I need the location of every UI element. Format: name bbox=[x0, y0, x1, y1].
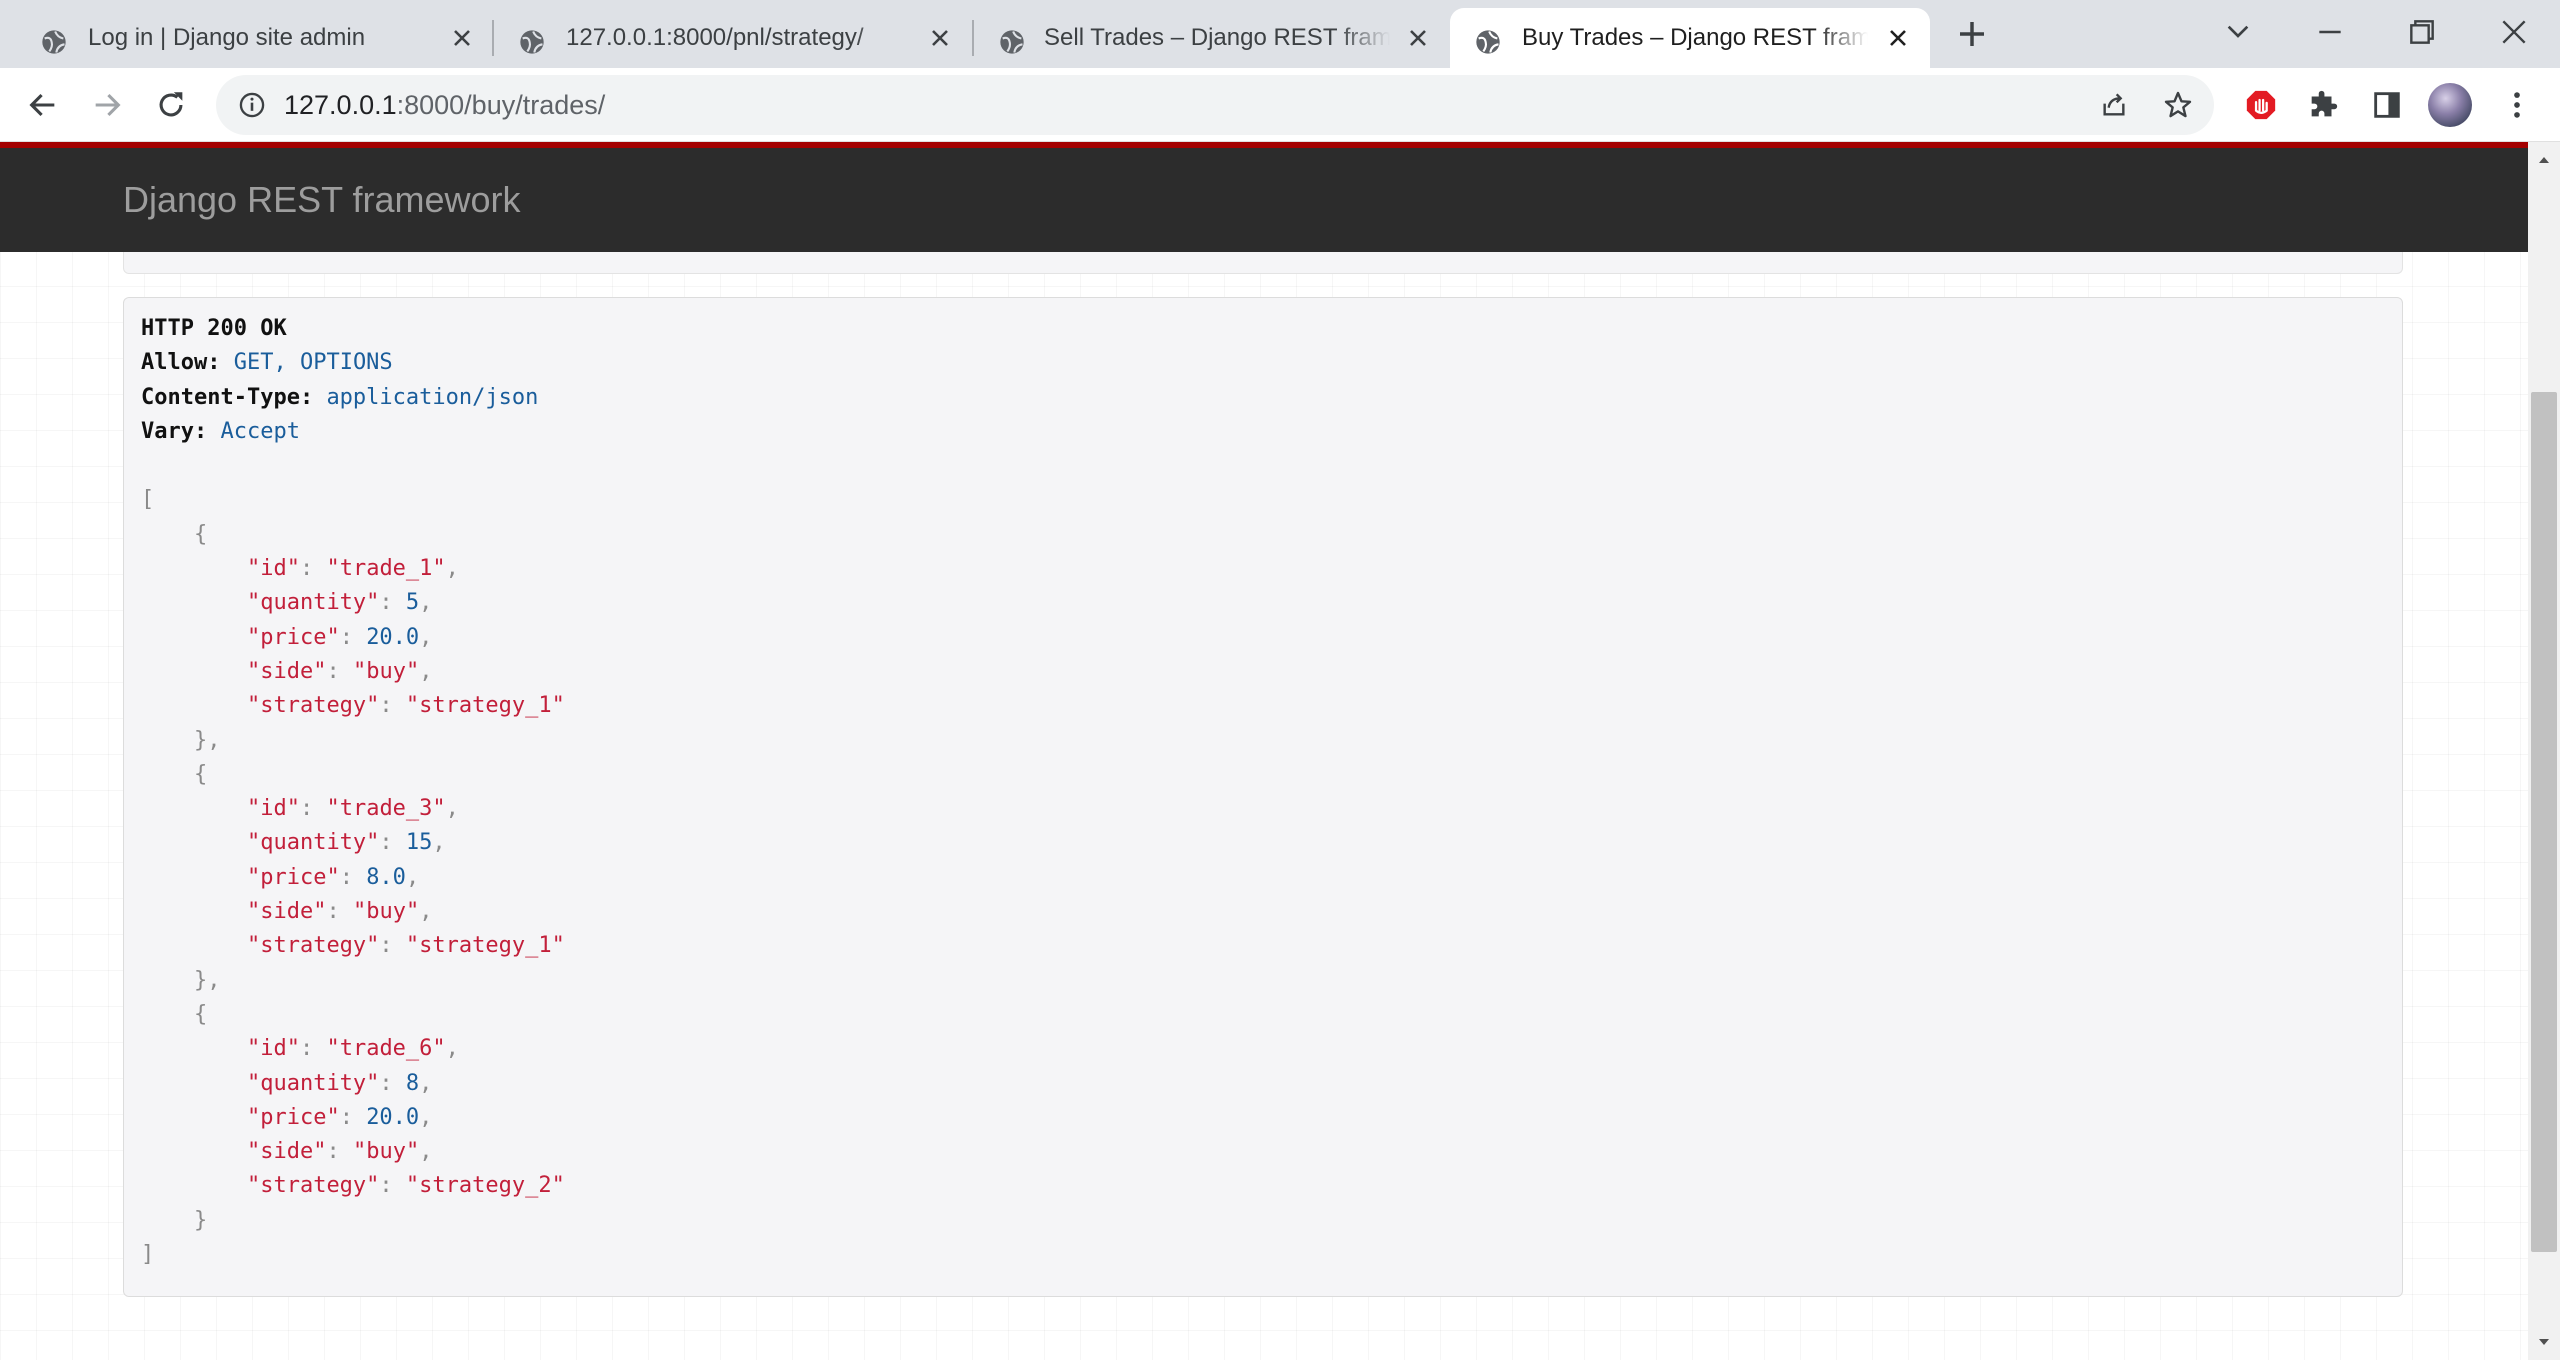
back-arrow-icon[interactable] bbox=[26, 88, 60, 122]
scroll-up-arrow-icon[interactable] bbox=[2536, 152, 2552, 168]
scroll-down-arrow-icon[interactable] bbox=[2536, 1334, 2552, 1350]
header-value: application/json bbox=[326, 384, 539, 410]
close-icon[interactable] bbox=[1406, 26, 1430, 50]
page-viewport: Django REST framework HTTP 200 OK Allow:… bbox=[0, 142, 2528, 1360]
trade-price: 20.0 bbox=[366, 1104, 420, 1130]
tab-pnl-strategy[interactable]: 127.0.0.1:8000/pnl/strategy/ bbox=[476, 8, 966, 68]
info-icon[interactable] bbox=[238, 91, 266, 119]
globe-icon bbox=[42, 30, 66, 54]
browser-toolbar: 127.0.0.1:8000/buy/trades/ bbox=[0, 68, 2560, 142]
menu-kebab-icon[interactable] bbox=[2500, 88, 2534, 122]
trade-strategy: strategy_2 bbox=[419, 1173, 552, 1199]
globe-icon bbox=[1000, 30, 1024, 54]
header-name: Content-Type: bbox=[141, 384, 314, 410]
response-body: HTTP 200 OK Allow: GET, OPTIONS Content-… bbox=[141, 316, 565, 1268]
tab-strip: Log in | Django site admin 127.0.0.1:800… bbox=[0, 0, 2560, 68]
address-bar[interactable]: 127.0.0.1:8000/buy/trades/ bbox=[216, 75, 2214, 135]
minimize-icon[interactable] bbox=[2314, 16, 2346, 48]
close-icon[interactable] bbox=[928, 26, 952, 50]
trade-quantity: 15 bbox=[405, 830, 433, 856]
trade-price: 20.0 bbox=[366, 624, 420, 650]
trade-side: buy bbox=[366, 1139, 406, 1165]
trade-price: 8.0 bbox=[366, 864, 406, 890]
tab-buy-trades[interactable]: Buy Trades – Django REST framework bbox=[1450, 8, 1930, 68]
chevron-down-icon[interactable] bbox=[2222, 16, 2254, 48]
tab-title: Log in | Django site admin bbox=[88, 24, 366, 51]
trade-id: trade_3 bbox=[339, 796, 433, 822]
scrollbar-thumb[interactable] bbox=[2531, 392, 2557, 1252]
trade-side: buy bbox=[366, 899, 406, 925]
profile-avatar[interactable] bbox=[2428, 83, 2472, 127]
share-icon[interactable] bbox=[2098, 89, 2130, 121]
header-value: Accept bbox=[220, 418, 300, 444]
star-icon[interactable] bbox=[2162, 89, 2194, 121]
navbar: Django REST framework bbox=[0, 148, 2528, 252]
header-name: Allow: bbox=[141, 350, 221, 376]
status-line: HTTP 200 OK bbox=[141, 316, 287, 341]
close-icon[interactable] bbox=[1886, 26, 1910, 50]
adblock-icon[interactable] bbox=[2244, 88, 2278, 122]
url-host: 127.0.0.1 bbox=[284, 90, 397, 120]
reload-icon[interactable] bbox=[154, 88, 188, 122]
close-icon[interactable] bbox=[450, 26, 474, 50]
header-name: Vary: bbox=[141, 418, 208, 444]
sidepanel-icon[interactable] bbox=[2370, 88, 2404, 122]
header-value: GET, OPTIONS bbox=[233, 350, 393, 376]
tab-title: Sell Trades – Django REST framework bbox=[1044, 24, 1390, 51]
page-scrollbar[interactable] bbox=[2528, 142, 2560, 1360]
tab-django-admin[interactable]: Log in | Django site admin bbox=[0, 8, 490, 68]
tab-title: 127.0.0.1:8000/pnl/strategy/ bbox=[566, 24, 864, 51]
trade-strategy: strategy_1 bbox=[419, 693, 552, 719]
response-panel: HTTP 200 OK Allow: GET, OPTIONS Content-… bbox=[123, 297, 2403, 1297]
close-window-icon[interactable] bbox=[2498, 16, 2530, 48]
extensions-icon[interactable] bbox=[2306, 88, 2340, 122]
trade-quantity: 8 bbox=[405, 1070, 420, 1096]
tab-title: Buy Trades – Django REST framework bbox=[1522, 24, 1868, 51]
brand-link[interactable]: Django REST framework bbox=[123, 148, 520, 252]
trade-side: buy bbox=[366, 658, 406, 684]
url-text: 127.0.0.1:8000/buy/trades/ bbox=[284, 75, 605, 135]
globe-icon bbox=[1476, 30, 1500, 54]
trade-strategy: strategy_1 bbox=[419, 933, 552, 959]
url-path: :8000/buy/trades/ bbox=[396, 90, 606, 120]
globe-icon bbox=[520, 30, 544, 54]
tab-sell-trades[interactable]: Sell Trades – Django REST framework bbox=[956, 8, 1446, 68]
trade-id: trade_1 bbox=[339, 556, 433, 582]
new-tab-plus-icon[interactable] bbox=[1956, 18, 1988, 50]
trade-quantity: 5 bbox=[405, 590, 420, 616]
trade-id: trade_6 bbox=[339, 1036, 433, 1062]
restore-icon[interactable] bbox=[2406, 16, 2438, 48]
forward-arrow-icon[interactable] bbox=[90, 88, 124, 122]
